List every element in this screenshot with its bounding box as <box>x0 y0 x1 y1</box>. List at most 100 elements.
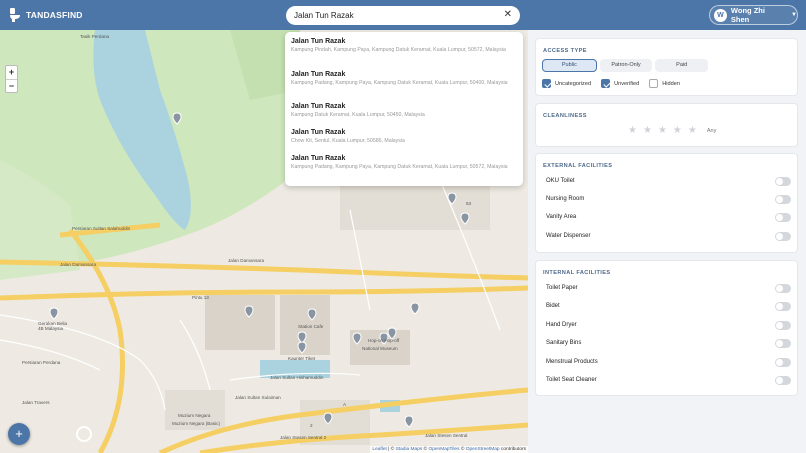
suggestion-title: Jalan Tun Razak <box>291 38 346 45</box>
facility-row-vanity-area: Vanity Area <box>546 213 791 223</box>
attribution-suffix: contributors <box>500 447 526 452</box>
search-bar[interactable]: ✕ <box>286 6 520 25</box>
facility-row-nursing-room: Nursing Room <box>546 195 791 205</box>
suggestion-item[interactable]: Jalan Tun Razak Kampung Padang, Kampung … <box>285 71 523 98</box>
facility-label: Toilet Paper <box>546 285 578 291</box>
access-public-button[interactable]: Public <box>542 59 597 72</box>
map-attribution: Leaflet | © Stadia Maps © OpenMapTiles ©… <box>370 446 528 453</box>
facility-toggle[interactable] <box>775 213 791 222</box>
map-label-number: A <box>343 402 347 407</box>
map-label-road: Jalan Stesen Sentral <box>425 433 468 438</box>
map-label-road: Pintu 13 <box>192 295 209 300</box>
suggestion-item[interactable]: Jalan Tun Razak Kampung Padang, Kampung … <box>285 155 523 182</box>
facility-label: Hand Dryer <box>546 322 577 328</box>
cleanliness-card: CLEANLINESS ★ ★ ★ ★ ★ Any <box>535 103 798 147</box>
any-rating-label: Any <box>706 127 717 134</box>
suggestion-item[interactable]: Jalan Tun Razak Kampung Datuk Keramat, K… <box>285 103 523 123</box>
app-logo[interactable]: TANDASFIND <box>9 8 83 22</box>
checkbox-checked-icon <box>601 79 611 88</box>
facility-label: Bidet <box>546 303 560 309</box>
access-type-segmented: Public Patron-Only Paid <box>542 59 709 73</box>
access-patron-only-button[interactable]: Patron-Only <box>599 59 653 72</box>
external-facilities-card: EXTERNAL FACILITIES OKU Toilet Nursing R… <box>535 153 798 253</box>
checkbox-label: Unverified <box>614 80 640 87</box>
internal-facilities-title: INTERNAL FACILITIES <box>543 270 611 276</box>
avatar: W <box>714 8 727 22</box>
facility-toggle[interactable] <box>775 358 791 367</box>
suggestion-title: Jalan Tun Razak <box>291 129 346 136</box>
add-toilet-button[interactable]: + <box>8 423 30 445</box>
facility-row-toilet-seat-cleaner: Toilet Seat Cleaner <box>546 376 791 386</box>
map-label-road: Persiaran Sultan Salahuddin <box>72 226 131 231</box>
star-icon[interactable]: ★ <box>643 125 652 136</box>
uncategorized-checkbox[interactable]: Uncategorized <box>542 79 591 88</box>
facility-toggle[interactable] <box>775 302 791 311</box>
suggestion-address: Kampung Padang, Kampung Paya, Kampung Da… <box>291 164 508 170</box>
zoom-control: + − <box>5 65 18 93</box>
search-suggestions: Jalan Tun Razak Kampung Pindah, Kampung … <box>285 32 523 186</box>
facility-row-sanitary-bins: Sanitary Bins <box>546 339 791 349</box>
star-icon[interactable]: ★ <box>688 125 697 136</box>
user-menu[interactable]: W Wong Zhi Shen ▼ <box>709 5 798 25</box>
facility-label: Toilet Seat Cleaner <box>546 377 597 383</box>
internal-facilities-card: INTERNAL FACILITIES Toilet Paper Bidet H… <box>535 260 798 396</box>
facility-label: OKU Toilet <box>546 178 575 184</box>
facility-row-menstrual-products: Menstrual Products <box>546 358 791 368</box>
facility-toggle[interactable] <box>775 177 791 186</box>
facility-label: Sanitary Bins <box>546 340 582 346</box>
map-label-lake: Tasik Perdana <box>80 34 110 39</box>
toilet-logo-icon <box>10 8 20 22</box>
cleanliness-rating: ★ ★ ★ ★ ★ Any <box>628 125 716 136</box>
facility-toggle[interactable] <box>775 321 791 330</box>
external-facilities-title: EXTERNAL FACILITIES <box>543 163 613 169</box>
close-icon[interactable]: ✕ <box>504 9 512 20</box>
suggestion-address: Kampung Padang, Kampung Paya, Kampung Da… <box>291 79 508 86</box>
user-name: Wong Zhi Shen <box>730 6 765 24</box>
map-label-road: Jalan Damansara <box>228 258 265 263</box>
facility-label: Water Dispenser <box>546 233 591 239</box>
facility-toggle[interactable] <box>775 339 791 348</box>
app-header: TANDASFIND ✕ W Wong Zhi Shen ▼ <box>0 0 806 30</box>
suggestion-item[interactable]: Jalan Tun Razak Chow Kit, Sentul, Kuala … <box>285 129 523 149</box>
checkbox-label: Hidden <box>662 80 680 87</box>
map-label-poi: Station Cafe <box>298 324 324 329</box>
access-checkboxes: Uncategorized Unverified Hidden <box>542 79 680 88</box>
cleanliness-title: CLEANLINESS <box>543 113 587 119</box>
facility-row-oku-toilet: OKU Toilet <box>546 177 791 187</box>
unverified-checkbox[interactable]: Unverified <box>601 79 639 88</box>
filter-sidebar: ACCESS TYPE Public Patron-Only Paid Unca… <box>528 30 806 453</box>
star-icon[interactable]: ★ <box>673 125 682 136</box>
map-label-number: 2 <box>310 423 313 428</box>
zoom-in-button[interactable]: + <box>6 66 17 79</box>
app-name: TANDASFIND <box>26 10 83 20</box>
star-icon[interactable]: ★ <box>628 125 637 136</box>
hidden-checkbox[interactable]: Hidden <box>649 79 680 88</box>
facility-toggle[interactable] <box>775 195 791 204</box>
facility-row-toilet-paper: Toilet Paper <box>546 284 791 294</box>
map-label-road: Persiaran Perdana <box>22 360 61 365</box>
map-label-road: Jalan Sultan Sulaiman <box>235 395 281 400</box>
access-paid-button[interactable]: Paid <box>655 59 709 72</box>
checkbox-label: Uncategorized <box>555 80 592 87</box>
osm-link[interactable]: OpenStreetMap <box>466 447 500 452</box>
chevron-down-icon: ▼ <box>791 12 797 18</box>
map-label-road: Jalan Damansara <box>60 262 97 267</box>
suggestion-title: Jalan Tun Razak <box>291 103 346 110</box>
search-input[interactable] <box>294 11 494 20</box>
map-label-road: Jalan Travers <box>22 400 50 405</box>
facility-toggle[interactable] <box>775 284 791 293</box>
facility-label: Nursing Room <box>546 196 585 202</box>
facility-toggle[interactable] <box>775 376 791 385</box>
openmaptiles-link[interactable]: OpenMapTiles <box>428 447 459 452</box>
facility-toggle[interactable] <box>775 232 791 241</box>
star-icon[interactable]: ★ <box>658 125 667 136</box>
suggestion-item[interactable]: Jalan Tun Razak Kampung Pindah, Kampung … <box>285 38 523 65</box>
suggestion-address: Chow Kit, Sentul, Kuala Lumpur, 50586, M… <box>291 138 405 144</box>
map-label-poi: Muzium Negara (Basic) <box>172 421 220 426</box>
leaflet-link[interactable]: Leaflet <box>372 447 386 452</box>
map-label-poi: National Museum <box>362 346 398 351</box>
map-label-road: Jalan Stesen Sentral 2 <box>280 435 327 440</box>
zoom-out-button[interactable]: − <box>6 79 17 92</box>
stadia-link[interactable]: Stadia Maps <box>396 447 423 452</box>
checkbox-checked-icon <box>542 79 551 88</box>
